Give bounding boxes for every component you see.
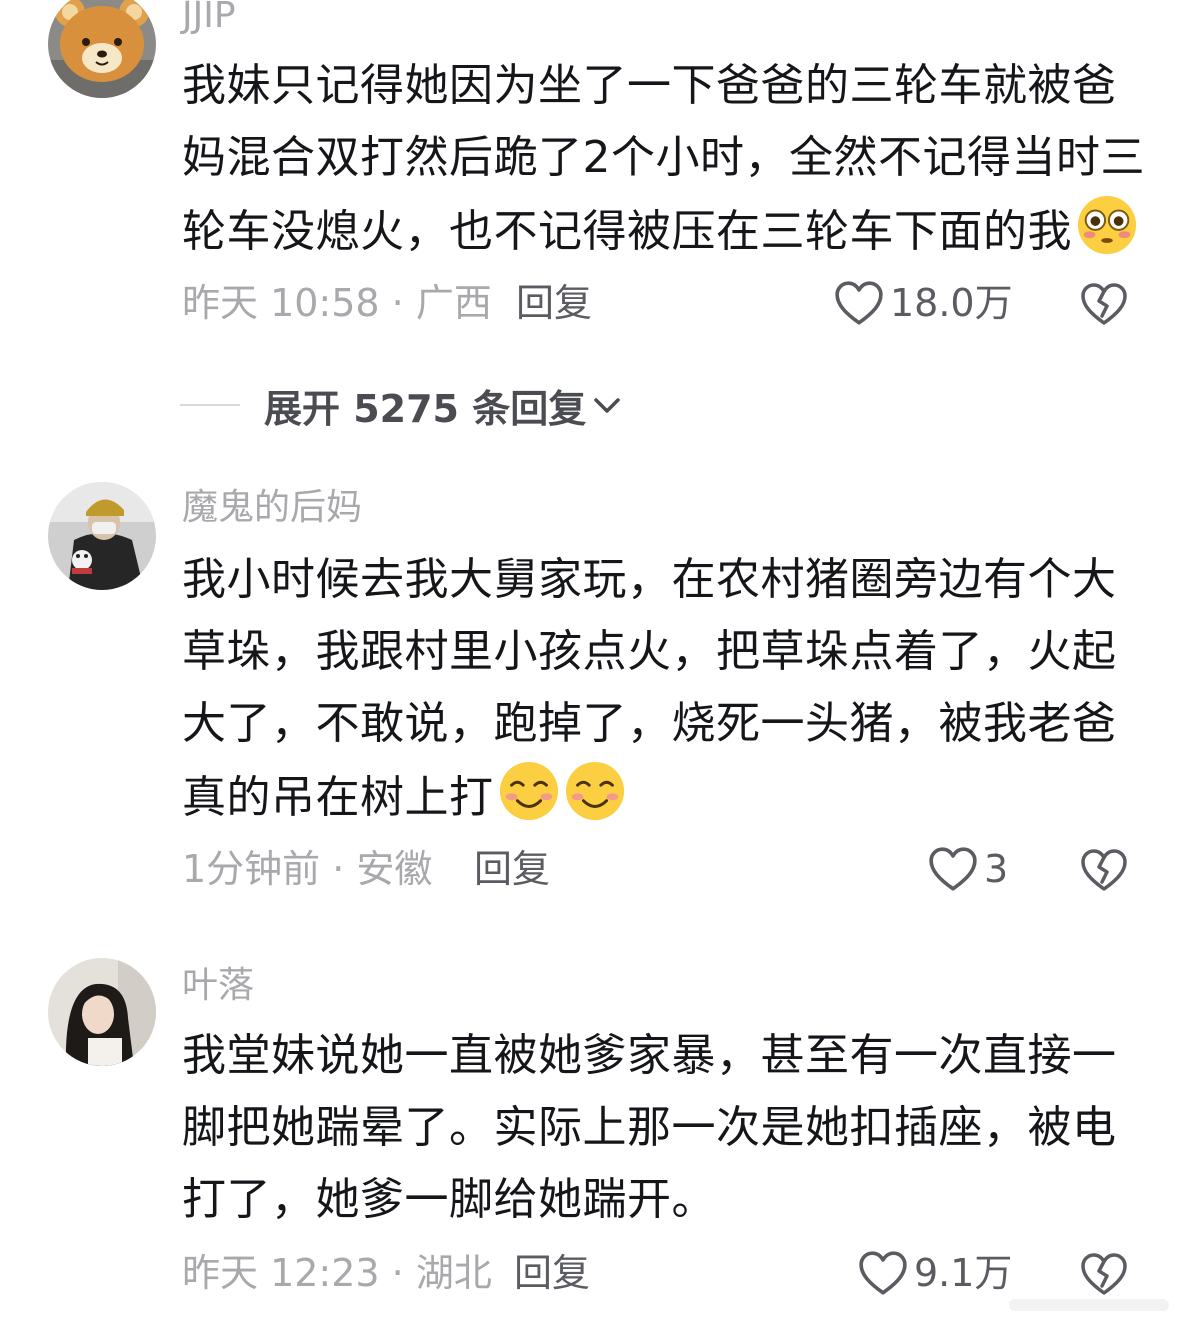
- expand-replies-label: 展开 5275 条回复: [264, 386, 587, 431]
- comment-text-line: 轮车没熄火，也不记得被压在三轮车下面的我: [182, 194, 1142, 266]
- comment-username[interactable]: 魔鬼的后妈: [182, 486, 362, 530]
- comment-text-line: 我堂妹说她一直被她爹家暴，甚至有一次直接一: [182, 1030, 1117, 1081]
- heart-outline-icon: [859, 1251, 907, 1295]
- comment-text-line: 我小时候去我大舅家玩，在农村猪圈旁边有个大: [182, 554, 1117, 605]
- comment-username[interactable]: JJIP: [182, 0, 236, 38]
- chevron-down-icon: [594, 398, 620, 413]
- smiling-face-emoji: [499, 761, 558, 821]
- watermark: [1009, 1299, 1169, 1311]
- like-button[interactable]: 3: [928, 844, 1008, 894]
- comment-timestamp-location: 昨天 12:23 · 湖北: [182, 1251, 492, 1295]
- comment-text-line: 大了，不敢说，跑掉了，烧死一头猪，被我老爸: [182, 698, 1117, 749]
- comment-timestamp-location: 昨天 10:58 · 广西: [182, 281, 492, 325]
- like-button[interactable]: 9.1万: [858, 1248, 1012, 1298]
- like-count: 3: [984, 847, 1009, 891]
- comment-text-line: 妈混合双打然后跪了2个小时，全然不记得当时三: [182, 132, 1145, 183]
- comment-body: 我小时候去我大舅家玩，在农村猪圈旁边有个大 草垛，我跟村里小孩点火，把草垛点着了…: [182, 544, 1142, 832]
- comment-item: 魔鬼的后妈 我小时候去我大舅家玩，在农村猪圈旁边有个大 草垛，我跟村里小孩点火，…: [0, 470, 1179, 910]
- comment-body: 我妹只记得她因为坐了一下爸爸的三轮车就被爸 妈混合双打然后跪了2个小时，全然不记…: [182, 50, 1145, 266]
- comment-username[interactable]: 叶落: [182, 964, 254, 1008]
- reply-button[interactable]: 回复: [514, 1248, 590, 1298]
- avatar[interactable]: [48, 958, 156, 1066]
- broken-heart-icon[interactable]: [1080, 280, 1128, 328]
- comment-text-line: 打了，她爹一脚给她踹开。: [182, 1174, 716, 1225]
- reply-button[interactable]: 回复: [516, 278, 592, 328]
- comment-text-segment: 真的吊在树上打: [182, 772, 494, 823]
- comment-text-line: 我妹只记得她因为坐了一下爸爸的三轮车就被爸: [182, 60, 1117, 111]
- reply-button[interactable]: 回复: [474, 844, 550, 894]
- comment-text-line: 脚把她踹晕了。实际上那一次是她扣插座，被电: [182, 1102, 1117, 1153]
- comment-text-line: 真的吊在树上打: [182, 760, 1142, 832]
- comment-timestamp-location: 1分钟前 · 安徽: [182, 847, 433, 891]
- divider: [180, 404, 240, 406]
- comment-item: 叶落 我堂妹说她一直被她爹家暴，甚至有一次直接一 脚把她踹晕了。实际上那一次是她…: [0, 950, 1179, 1331]
- flushed-face-emoji: [1077, 195, 1137, 255]
- broken-heart-icon[interactable]: [1080, 1250, 1128, 1298]
- broken-heart-icon[interactable]: [1080, 846, 1128, 894]
- expand-replies-button[interactable]: 展开 5275 条回复: [180, 380, 624, 431]
- heart-outline-icon: [929, 847, 977, 891]
- comment-text-line: 草垛，我跟村里小孩点火，把草垛点着了，火起: [182, 626, 1117, 677]
- comment-text-segment: 轮车没熄火，也不记得被压在三轮车下面的我: [182, 206, 1072, 257]
- avatar[interactable]: [48, 482, 156, 590]
- like-count: 18.0万: [890, 281, 1013, 325]
- avatar[interactable]: [48, 0, 156, 98]
- comment-body: 我堂妹说她一直被她爹家暴，甚至有一次直接一 脚把她踹晕了。实际上那一次是她扣插座…: [182, 1020, 1142, 1236]
- like-count: 9.1万: [914, 1251, 1013, 1295]
- smiling-face-emoji: [565, 761, 624, 821]
- like-button[interactable]: 18.0万: [834, 278, 1013, 328]
- heart-outline-icon: [835, 281, 883, 325]
- comment-item: JJIP 我妹只记得她因为坐了一下爸爸的三轮车就被爸 妈混合双打然后跪了2个小时…: [0, 0, 1179, 340]
